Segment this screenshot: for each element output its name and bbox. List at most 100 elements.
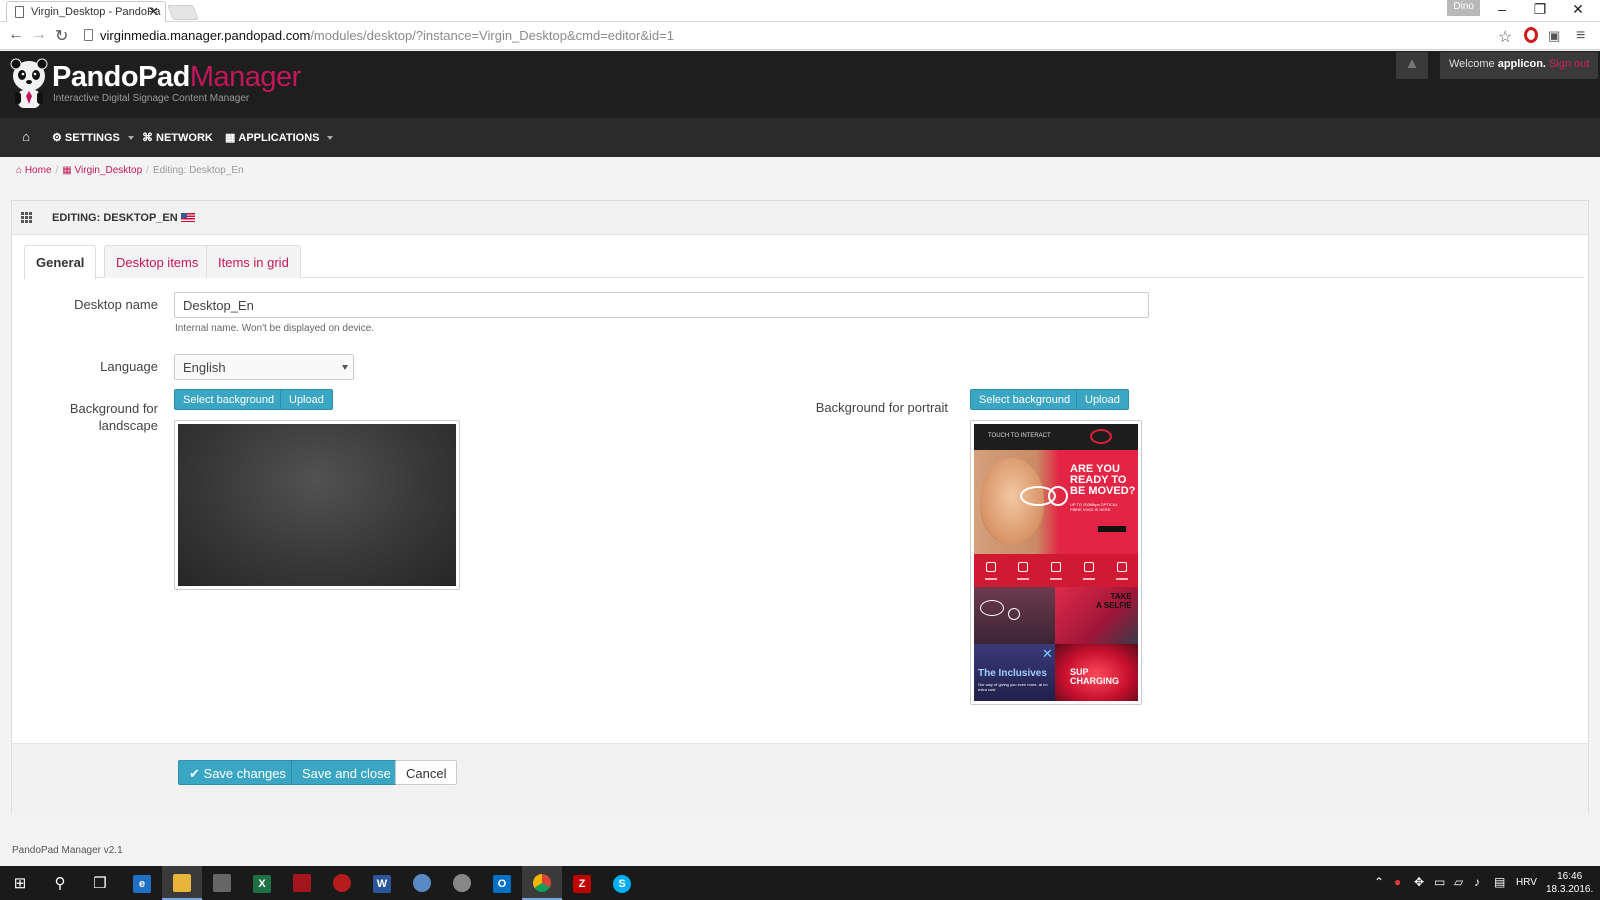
edge-icon[interactable]: e	[122, 866, 162, 900]
nav-applications[interactable]: ▦ APPLICATIONS	[225, 118, 334, 157]
main-nav: ⌂ ⚙ SETTINGS ⌘ NETWORK ▦ APPLICATIONS	[0, 118, 1600, 157]
volume-icon[interactable]: ♪	[1474, 875, 1480, 889]
minimize-icon[interactable]: –	[1484, 1, 1520, 17]
tray-app-icon[interactable]: ●	[1394, 875, 1401, 889]
forward-icon[interactable]: →	[31, 26, 47, 44]
breadcrumb-home-label: Home	[24, 165, 52, 176]
tab-desktop-items[interactable]: Desktop items	[104, 245, 211, 278]
star-icon[interactable]: ☆	[1498, 27, 1512, 47]
browser-user-badge[interactable]: Dino	[1447, 0, 1480, 16]
portrait-background-image: TOUCH TO INTERACT ARE YOU READY TO BE MO…	[974, 424, 1138, 701]
brand-name[interactable]: PandoPadManager	[52, 61, 301, 94]
browser-tab[interactable]: Virgin_Desktop - PandoPa ✕	[6, 1, 166, 22]
save-and-close-button[interactable]: Save and close	[291, 760, 402, 785]
input-language[interactable]: HRV	[1516, 877, 1537, 888]
battery-icon[interactable]: ▭	[1434, 875, 1445, 889]
desktop-name-field[interactable]	[174, 292, 1149, 318]
landscape-background-preview[interactable]	[174, 420, 460, 590]
app-icon-globe[interactable]	[442, 866, 482, 900]
browser-tab-title: Virgin_Desktop - PandoPa	[31, 6, 161, 18]
breadcrumb-home[interactable]: ⌂ Home	[16, 165, 52, 176]
poster-supercharging-2: CHARGING	[1070, 676, 1119, 686]
breadcrumb-instance-label: Virgin_Desktop	[74, 165, 143, 176]
tab-items-in-grid[interactable]: Items in grid	[206, 245, 301, 278]
portrait-background-preview[interactable]: TOUCH TO INTERACT ARE YOU READY TO BE MO…	[970, 420, 1142, 705]
file-explorer-icon[interactable]	[162, 866, 202, 900]
nav-settings[interactable]: ⚙ SETTINGS	[52, 118, 134, 157]
language-label: Language	[100, 359, 158, 374]
poster-cta	[1098, 526, 1126, 532]
back-icon[interactable]: ←	[8, 26, 24, 44]
task-view-icon[interactable]: ❒	[80, 866, 120, 900]
desktop-name-label: Desktop name	[74, 297, 158, 312]
notification-icon[interactable]: ▤	[1494, 875, 1505, 889]
welcome-prefix: Welcome	[1449, 58, 1498, 70]
system-clock[interactable]: 16:46 18.3.2016.	[1546, 870, 1593, 896]
select-background-landscape-button[interactable]: Select background	[174, 389, 284, 410]
language-value: English	[183, 360, 226, 375]
url-host: virginmedia.manager.pandopad.com	[100, 28, 311, 43]
outlook-icon[interactable]: O	[482, 866, 522, 900]
opera-icon[interactable]	[1524, 27, 1538, 43]
copy-icon	[1084, 562, 1094, 572]
page-info-icon	[84, 29, 93, 41]
form-actions: ✔ Save changes Save and close Cancel	[12, 743, 1588, 813]
poster-headline-3: BE MOVED?	[1070, 485, 1136, 497]
poster-supercharging-text: SUP CHARGING	[1070, 668, 1119, 686]
nav-network[interactable]: ⌘ NETWORK	[142, 118, 213, 157]
extension-icon[interactable]: ▣	[1548, 28, 1560, 44]
chevron-down-icon	[342, 365, 348, 370]
chevron-up-icon[interactable]: ⌃	[1374, 875, 1384, 889]
menu-icon[interactable]: ≡	[1576, 27, 1585, 45]
nav-home[interactable]: ⌂	[12, 118, 40, 157]
windows-start-icon[interactable]: ⊞	[0, 866, 40, 900]
skype-icon[interactable]: S	[602, 866, 642, 900]
app-icon-flash[interactable]	[322, 866, 362, 900]
panel-title-text: EDITING: DESKTOP_EN	[52, 212, 178, 224]
language-select[interactable]: English	[174, 354, 354, 380]
film-icon	[1018, 562, 1028, 572]
breadcrumb-separator: /	[55, 165, 59, 176]
poster-touch-text: TOUCH TO INTERACT	[988, 433, 1051, 439]
warning-icon[interactable]: ▲	[1396, 52, 1428, 79]
url-path: /modules/desktop/?instance=Virgin_Deskto…	[310, 28, 674, 43]
filezilla-icon[interactable]: Z	[562, 866, 602, 900]
breadcrumb-separator: /	[146, 165, 149, 176]
excel-icon[interactable]: X	[242, 866, 282, 900]
paint-icon[interactable]	[402, 866, 442, 900]
tab-close-icon[interactable]: ✕	[148, 4, 159, 20]
poster-subline: UP TO 200Mbps OPTICAL FIBRE VIVID IS HER…	[1070, 502, 1118, 512]
upload-landscape-button[interactable]: Upload	[280, 389, 333, 410]
word-icon[interactable]: W	[362, 866, 402, 900]
new-tab-button[interactable]	[167, 5, 199, 20]
tab-general[interactable]: General	[24, 245, 97, 279]
breadcrumb-instance[interactable]: ▦ Virgin_Desktop	[62, 165, 142, 176]
gear-icon: ⚙	[52, 132, 62, 144]
x-icon: ✕	[1042, 646, 1053, 661]
virgin-logo-icon	[1090, 429, 1112, 444]
poster-headline: ARE YOU READY TO BE MOVED?	[1070, 464, 1135, 497]
cancel-button[interactable]: Cancel	[395, 760, 458, 785]
search-icon[interactable]: ⚲	[40, 866, 80, 900]
username: applicon.	[1497, 58, 1546, 70]
restore-icon[interactable]: ❐	[1522, 1, 1558, 18]
save-changes-button[interactable]: ✔ Save changes	[178, 760, 297, 785]
url-field[interactable]: virginmedia.manager.pandopad.com/modules…	[84, 26, 1504, 46]
chrome-icon[interactable]	[522, 866, 562, 900]
panel-header: EDITING: DESKTOP_EN	[12, 201, 1588, 235]
upload-portrait-button[interactable]: Upload	[1076, 389, 1129, 410]
puzzle-icon	[1117, 562, 1127, 572]
breadcrumb: ⌂ Home / ▦ Virgin_Desktop / Editing: Desktop…	[16, 165, 244, 176]
close-window-icon[interactable]: ✕	[1560, 1, 1596, 18]
grid-icon	[21, 212, 33, 223]
reload-icon[interactable]: ↻	[55, 26, 68, 46]
calculator-icon[interactable]	[202, 866, 242, 900]
welcome-box: Welcome applicon. Sign out	[1440, 52, 1599, 79]
sitemap-icon: ⌘	[142, 132, 153, 144]
select-background-portrait-button[interactable]: Select background	[970, 389, 1080, 410]
tray-dropbox-icon[interactable]: ✥	[1414, 875, 1424, 889]
sign-out-link[interactable]: Sign out	[1549, 58, 1589, 70]
network-icon[interactable]: ▱	[1454, 875, 1463, 889]
app-icon-red[interactable]	[282, 866, 322, 900]
save-changes-label: Save changes	[203, 766, 286, 781]
